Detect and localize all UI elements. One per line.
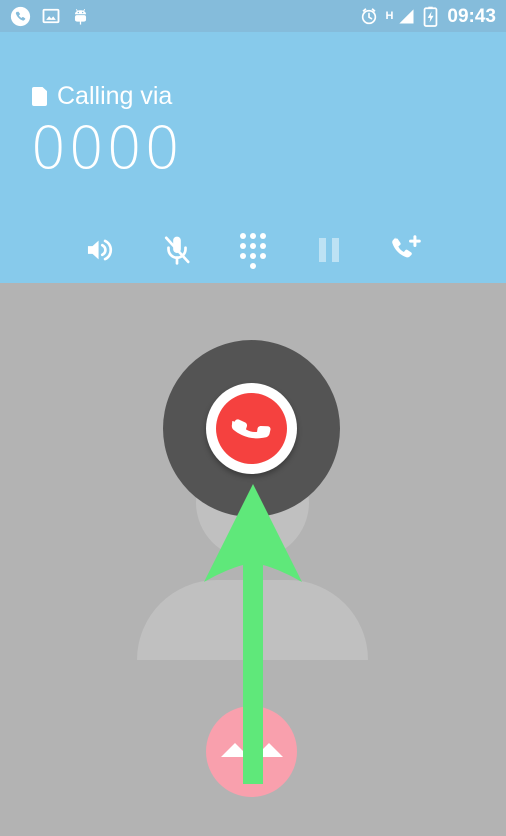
- status-bar-clock: 09:43: [447, 5, 496, 27]
- speaker-button[interactable]: [74, 224, 126, 276]
- add-call-button[interactable]: [380, 224, 432, 276]
- phone-hangup-icon: [231, 418, 271, 438]
- dialpad-button[interactable]: [227, 224, 279, 276]
- call-number: 0000: [30, 114, 182, 182]
- status-bar-left-icons: [10, 6, 100, 27]
- contact-avatar-silhouette-body: [137, 580, 368, 660]
- call-actions-row: [0, 217, 506, 283]
- status-bar: H 09:43: [0, 0, 506, 32]
- speaker-icon: [88, 239, 113, 261]
- end-call-button[interactable]: [216, 393, 287, 464]
- sim-card-icon: [32, 87, 47, 106]
- mute-button[interactable]: [151, 224, 203, 276]
- battery-charging-icon: [423, 6, 438, 27]
- mic-off-icon: [164, 236, 190, 265]
- hold-button[interactable]: [303, 224, 355, 276]
- dialpad-icon: [239, 233, 266, 269]
- call-body-panel: [0, 283, 506, 836]
- add-call-icon: [391, 235, 421, 258]
- calling-via-label: Calling via: [57, 82, 173, 110]
- expand-handle-button[interactable]: [206, 706, 297, 797]
- status-bar-right-icons: H 09:43: [352, 6, 496, 27]
- phone-call-screen: H 09:43 Calling via 0000: [0, 0, 506, 836]
- chevron-expand-icon: [220, 742, 283, 757]
- alarm-icon: [359, 6, 379, 26]
- network-type-label: H: [385, 9, 394, 22]
- pause-icon: [319, 238, 340, 262]
- signal-bars-icon: [396, 6, 416, 26]
- calling-via-row: Calling via: [32, 84, 172, 109]
- android-debug-icon: [71, 6, 90, 27]
- image-notification-icon: [41, 6, 61, 26]
- call-header-panel: Calling via 0000: [0, 32, 506, 283]
- phone-in-call-icon: [10, 6, 31, 27]
